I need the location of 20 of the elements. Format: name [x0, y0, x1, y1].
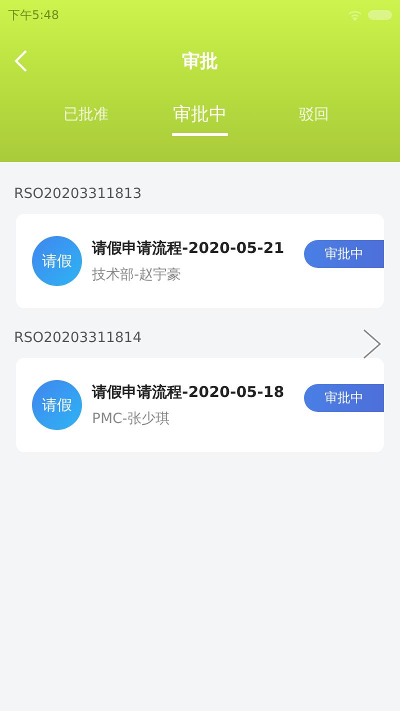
request-applicant: PMC-张少琪 — [92, 410, 170, 428]
type-avatar: 请假 — [32, 380, 82, 430]
request-applicant: 技术部-赵宇豪 — [92, 266, 182, 284]
tab[interactable]: 已批准 — [29, 92, 143, 138]
request-title: 请假申请流程-2020-05-18 — [92, 382, 286, 402]
tab[interactable]: 审批中 — [143, 92, 257, 138]
status-badge: 审批中 — [304, 384, 384, 412]
chevron-right-icon[interactable] — [361, 327, 385, 361]
request-title: 请假申请流程-2020-05-21 — [92, 238, 286, 258]
page-title: 审批 — [182, 50, 218, 73]
type-avatar: 请假 — [32, 236, 82, 286]
battery-icon — [368, 10, 392, 20]
request-card[interactable]: 请假 请假申请流程-2020-05-21 技术部-赵宇豪 审批中 — [16, 214, 384, 308]
wifi-icon — [348, 10, 362, 20]
request-number: RSO20203311813 — [14, 186, 143, 202]
request-number: RSO20203311814 — [14, 330, 143, 346]
request-card[interactable]: 请假 请假申请流程-2020-05-18 PMC-张少琪 审批中 — [16, 358, 384, 452]
tab[interactable]: 驳回 — [257, 92, 371, 138]
status-badge: 审批中 — [304, 240, 384, 268]
status-time: 下午5:48 — [8, 6, 59, 24]
